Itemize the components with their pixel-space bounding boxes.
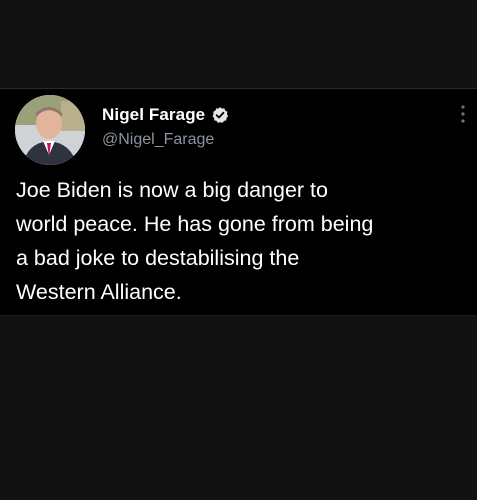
verified-badge-icon xyxy=(211,106,229,124)
author-display-name[interactable]: Nigel Farage xyxy=(102,105,205,125)
tweet-text-line: Joe Biden is now a big danger to xyxy=(16,178,328,202)
tweet-text: Joe Biden is now a big danger to world p… xyxy=(16,173,474,309)
tweet-card[interactable]: Nigel Farage @Nigel_Farage Joe Biden is … xyxy=(0,88,477,316)
tweet-text-line: world peace. He has gone from being xyxy=(16,212,374,236)
screen: Nigel Farage @Nigel_Farage Joe Biden is … xyxy=(0,0,477,500)
tweet-text-line: a bad joke to destabilising the xyxy=(16,246,300,270)
more-vertical-icon[interactable] xyxy=(459,103,467,125)
name-row: Nigel Farage xyxy=(102,103,229,127)
author-info: Nigel Farage @Nigel_Farage xyxy=(102,103,229,149)
author-handle[interactable]: @Nigel_Farage xyxy=(102,131,229,149)
tweet-text-line: Western Alliance. xyxy=(16,280,182,304)
avatar-photo-icon xyxy=(15,95,85,165)
author-avatar[interactable] xyxy=(15,95,85,165)
